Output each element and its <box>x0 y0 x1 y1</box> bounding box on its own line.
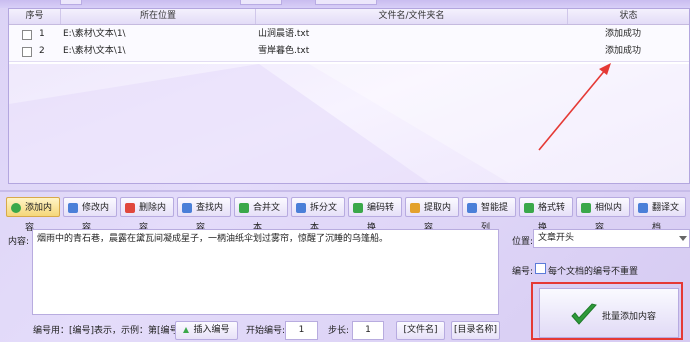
find-icon <box>182 203 192 213</box>
split-icon <box>296 203 306 213</box>
add-icon <box>11 203 21 213</box>
similar-icon <box>581 203 591 213</box>
arrow-line <box>538 68 607 151</box>
content-textarea[interactable]: 烟雨中的青石巷，晨露在黛瓦间凝成星子，一柄油纸伞划过雾帘，惊醒了沉睡的乌篷船。 <box>32 229 499 315</box>
translate-icon <box>638 203 648 213</box>
top-strip <box>0 0 690 8</box>
chevron-down-icon <box>679 236 687 241</box>
arrow-head <box>599 63 611 75</box>
position-value: 文章开头 <box>538 233 575 243</box>
start-number-input[interactable]: 1 <box>285 321 318 340</box>
delete-content-button[interactable]: 删除内容 <box>120 197 174 233</box>
top-tab-stub <box>315 0 377 5</box>
position-select[interactable]: 文章开头 <box>533 229 690 248</box>
top-tab-stub <box>60 0 82 5</box>
similar-content-button[interactable]: 相似内容 <box>576 197 630 233</box>
step-input[interactable]: 1 <box>352 321 384 340</box>
delete-icon <box>125 203 135 213</box>
numbering-hint: 编号用：[编号]表示，示例：第[编号]条 <box>33 326 192 336</box>
divider <box>0 190 690 192</box>
format-convert-button[interactable]: 格式转换 <box>519 197 573 233</box>
content-label: 内容: <box>8 237 30 247</box>
smart-extract-button[interactable]: 智能提列 <box>462 197 516 233</box>
extract-icon <box>410 203 420 213</box>
encode-convert-button[interactable]: 编码转换 <box>348 197 402 233</box>
extract-content-button[interactable]: 提取内容 <box>405 197 459 233</box>
toolbar: 添加内容 修改内容 删除内容 查找内容 合并文本 拆分文本 编码转换 提取内容 … <box>6 197 686 233</box>
highlight-box <box>531 282 683 340</box>
dirname-button[interactable]: [目录名称] <box>451 321 500 340</box>
position-label: 位置: <box>512 237 534 247</box>
encode-icon <box>353 203 363 213</box>
translate-doc-button[interactable]: 翻译文档 <box>633 197 686 233</box>
annotation-arrow <box>538 63 611 151</box>
smart-icon <box>467 203 477 213</box>
split-text-button[interactable]: 拆分文本 <box>291 197 345 233</box>
numbering-reset-label: 每个文档的编号不重置 <box>548 267 639 277</box>
add-content-button[interactable]: 添加内容 <box>6 197 60 233</box>
file-table: 序号 所在位置 文件名/文件夹名 状态 1 E:\素材\文本\1\ 山涧晨语.t… <box>8 8 690 184</box>
edit-icon <box>68 203 78 213</box>
find-content-button[interactable]: 查找内容 <box>177 197 231 233</box>
format-icon <box>524 203 534 213</box>
step-label: 步长: <box>328 326 350 336</box>
insert-arrow-icon <box>183 326 190 333</box>
numbering-label: 编号: <box>512 267 534 277</box>
edit-content-button[interactable]: 修改内容 <box>63 197 117 233</box>
filename-button[interactable]: [文件名] <box>396 321 445 340</box>
top-tab-stub <box>240 0 282 5</box>
numbering-reset-checkbox[interactable] <box>535 263 546 274</box>
insert-number-label: 插入编号 <box>193 325 230 335</box>
start-number-label: 开始编号: <box>246 326 286 336</box>
merge-text-button[interactable]: 合并文本 <box>234 197 288 233</box>
insert-number-button[interactable]: 插入编号 <box>175 321 238 340</box>
merge-icon <box>239 203 249 213</box>
